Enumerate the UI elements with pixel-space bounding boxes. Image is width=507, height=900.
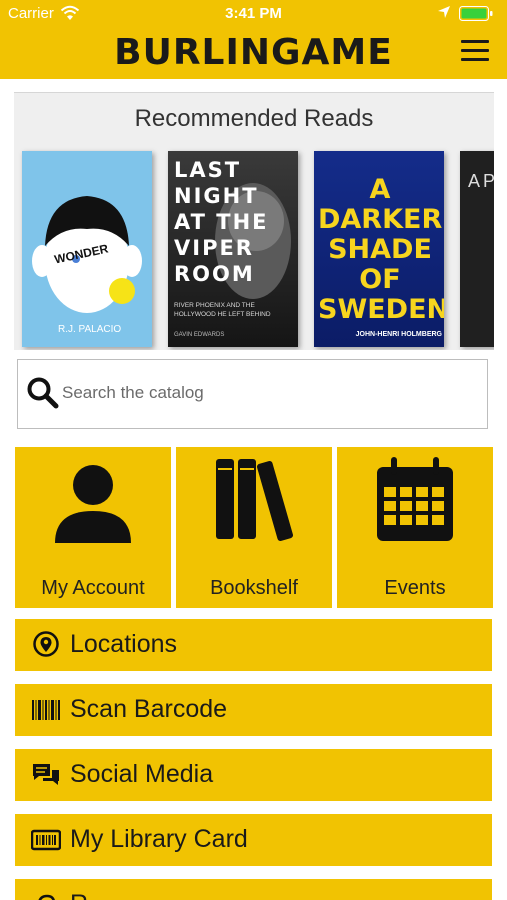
events-label: Events xyxy=(384,577,446,599)
clock: 3:41 PM xyxy=(225,5,282,22)
cloud-icon xyxy=(38,894,55,900)
book-title: A DARKER SHADE OF SWEDEN xyxy=(318,174,444,325)
recommended-reads-carousel[interactable]: Recommended Reads WONDER R.J. PALACIO LA… xyxy=(14,92,494,350)
location-arrow-icon xyxy=(438,6,450,18)
my-account-tile[interactable]: My Account xyxy=(15,447,171,608)
book-title: AP xyxy=(468,171,494,191)
status-bar: Carrier 3:41 PM xyxy=(0,0,507,28)
my-library-card-row[interactable]: My Library Card xyxy=(15,814,492,866)
barcode-icon xyxy=(32,700,60,720)
chat-bubbles-icon xyxy=(33,764,59,785)
book-cover-a-darker-shade-of-sweden[interactable]: A DARKER SHADE OF SWEDEN JOHN-HENRI HOLM… xyxy=(314,151,444,347)
book-author: GAVIN EDWARDS xyxy=(174,332,225,338)
bookshelf-tile[interactable]: Bookshelf xyxy=(176,447,332,608)
locations-row[interactable]: Locations xyxy=(15,619,492,671)
search-input[interactable] xyxy=(62,380,472,406)
map-pin-icon xyxy=(33,631,59,657)
menu-bar xyxy=(461,58,489,61)
locations-label: Locations xyxy=(70,630,178,658)
book-author: R.J. PALACIO xyxy=(58,324,122,335)
menu-bar xyxy=(461,49,489,52)
my-library-card-label: My Library Card xyxy=(70,825,248,853)
social-media-label: Social Media xyxy=(70,760,214,788)
recommended-reads-title: Recommended Reads xyxy=(134,105,374,132)
partial-row[interactable]: R xyxy=(15,879,492,900)
menu-bar xyxy=(461,40,489,43)
hamburger-menu-button[interactable] xyxy=(461,40,489,62)
books-icon xyxy=(216,459,294,541)
book-cover-wonder[interactable]: WONDER R.J. PALACIO xyxy=(22,151,152,347)
book-author: JOHN-HENRI HOLMBERG xyxy=(355,331,442,338)
book-title: LAST NIGHT AT THE VIPER ROOM xyxy=(174,158,269,286)
events-tile[interactable]: Events xyxy=(337,447,493,608)
bookshelf-label: Bookshelf xyxy=(210,577,298,599)
book-subtitle: RIVER PHOENIX AND THE HOLLYWOOD HE LEFT … xyxy=(174,302,271,318)
scan-barcode-row[interactable]: Scan Barcode xyxy=(15,684,492,736)
calendar-icon xyxy=(377,457,453,541)
my-account-label: My Account xyxy=(41,577,145,599)
search-icon xyxy=(27,377,59,409)
library-card-icon xyxy=(31,829,61,851)
book-cover-partial[interactable]: AP xyxy=(460,151,494,347)
battery-icon xyxy=(459,6,493,21)
app-header: Carrier 3:41 PM BURLINGAME xyxy=(0,0,507,79)
catalog-search-box[interactable] xyxy=(17,359,488,429)
library-logo: BURLINGAME xyxy=(114,32,393,73)
social-media-row[interactable]: Social Media xyxy=(15,749,492,801)
person-icon xyxy=(55,465,131,543)
partial-row-label: R xyxy=(70,890,88,900)
book-cover-last-night-at-the-viper-room[interactable]: LAST NIGHT AT THE VIPER ROOM RIVER PHOEN… xyxy=(168,151,298,347)
scan-barcode-label: Scan Barcode xyxy=(70,695,228,723)
